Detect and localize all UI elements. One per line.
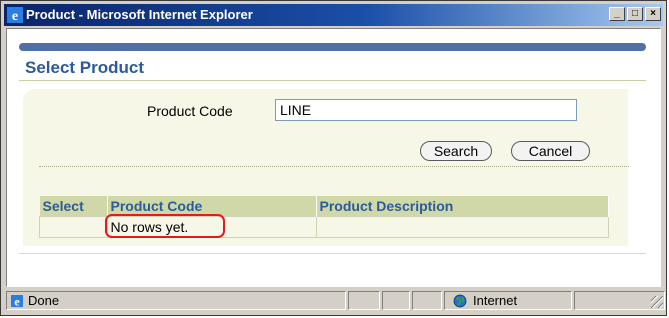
product-code-label: Product Code xyxy=(147,103,233,119)
zone-pane: Internet xyxy=(444,291,572,310)
page-title: Select Product xyxy=(25,58,145,77)
header-bar xyxy=(19,43,646,51)
status-pane-3 xyxy=(382,291,410,310)
svg-text:e: e xyxy=(14,295,20,309)
status-pane-4 xyxy=(412,291,442,310)
page-content: Select Product Product Code Search Cance… xyxy=(6,28,661,287)
zone-text: Internet xyxy=(473,293,518,308)
page-done-icon: e xyxy=(11,295,23,309)
resize-grip-icon[interactable] xyxy=(651,296,663,308)
minimize-button[interactable]: _ xyxy=(609,7,625,21)
description-cell xyxy=(315,216,609,238)
status-pane-2 xyxy=(348,291,380,310)
search-panel: Product Code Search Cancel Select Produc… xyxy=(23,89,629,246)
window-title: Product - Microsoft Internet Explorer xyxy=(26,7,253,22)
close-button[interactable]: × xyxy=(645,7,661,21)
table-row: No rows yet. xyxy=(39,214,609,238)
browser-window: e Product - Microsoft Internet Explorer … xyxy=(0,0,667,316)
results-table: Select Product Code Product Description … xyxy=(39,196,609,238)
window-frame: e Product - Microsoft Internet Explorer … xyxy=(4,4,665,312)
cancel-button[interactable]: Cancel xyxy=(511,141,590,161)
status-pane-resize xyxy=(574,291,665,310)
internet-explorer-icon[interactable]: e xyxy=(7,7,23,23)
search-button[interactable]: Search xyxy=(420,141,492,161)
column-header-product-description[interactable]: Product Description xyxy=(316,196,609,217)
status-pane: e Done xyxy=(6,291,346,310)
empty-message-cell: No rows yet. xyxy=(104,214,317,238)
bottom-divider xyxy=(19,253,646,254)
globe-icon xyxy=(453,294,467,308)
select-cell xyxy=(39,216,108,238)
highlight-annotation xyxy=(104,214,225,238)
window-controls: _ □ × xyxy=(607,7,661,21)
title-divider xyxy=(19,80,646,81)
status-text: Done xyxy=(28,293,60,308)
status-bar: e Done Internet xyxy=(6,291,665,310)
maximize-button[interactable]: □ xyxy=(627,7,643,21)
column-header-select[interactable]: Select xyxy=(39,196,108,217)
dotted-divider xyxy=(39,166,629,167)
svg-text:e: e xyxy=(12,9,18,23)
title-bar[interactable]: e Product - Microsoft Internet Explorer … xyxy=(4,4,663,26)
product-code-input[interactable] xyxy=(275,99,577,121)
